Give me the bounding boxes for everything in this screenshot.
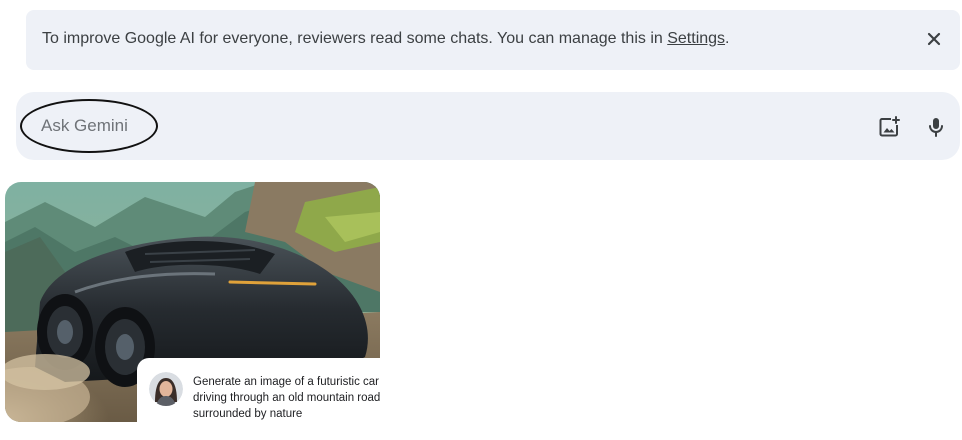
- user-avatar-icon: [149, 372, 183, 406]
- review-notice-banner: To improve Google AI for everyone, revie…: [26, 10, 960, 70]
- prompt-card: Generate an image of a futuristic car dr…: [137, 358, 405, 440]
- close-notice-button[interactable]: [922, 27, 946, 51]
- ask-gemini-input[interactable]: [22, 100, 842, 152]
- notice-text: To improve Google AI for everyone, revie…: [42, 30, 730, 48]
- microphone-icon: [929, 118, 943, 137]
- prompt-text: Generate an image of a futuristic car dr…: [193, 376, 381, 420]
- prompt-input-bar: [16, 92, 960, 160]
- close-icon: [927, 32, 941, 46]
- microphone-button[interactable]: [923, 114, 949, 140]
- avatar: [149, 372, 183, 406]
- gemini-page: To improve Google AI for everyone, revie…: [0, 0, 962, 440]
- settings-link[interactable]: Settings: [667, 30, 725, 47]
- notice-period: .: [725, 30, 730, 47]
- notice-message: To improve Google AI for everyone, revie…: [42, 30, 668, 47]
- image-upload-icon: [879, 116, 900, 137]
- image-upload-button[interactable]: [876, 114, 902, 140]
